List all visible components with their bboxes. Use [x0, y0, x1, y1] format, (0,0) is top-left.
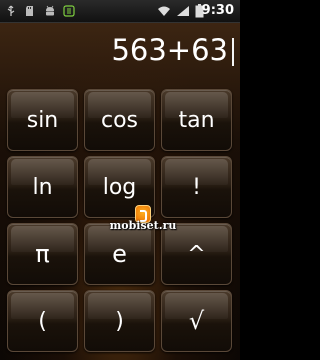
key-label: √	[188, 307, 205, 335]
sd-card-icon	[26, 6, 33, 16]
calculator-screen: 563+63 sin cos tan ln log ! π e ^ ( ) √ …	[0, 23, 240, 360]
key-label: (	[38, 308, 47, 334]
key-label: !	[192, 174, 201, 200]
android-debug-icon	[46, 5, 54, 16]
key-label: cos	[100, 107, 139, 133]
clock-time: 9:30	[201, 3, 234, 18]
key-sqrt[interactable]: √	[161, 290, 232, 352]
expression-display: 563+63	[111, 33, 228, 67]
key-sin[interactable]: sin	[7, 89, 78, 151]
key-label: e	[112, 240, 127, 268]
key-label: ln	[32, 174, 53, 200]
text-cursor	[232, 38, 234, 66]
status-bar: 9:30	[0, 0, 240, 23]
key-ln[interactable]: ln	[7, 156, 78, 218]
signal-icon	[177, 6, 189, 16]
sync-icon	[63, 5, 75, 17]
wifi-icon	[158, 6, 170, 16]
display[interactable]: 563+63	[0, 31, 240, 75]
key-label: log	[102, 174, 137, 200]
key-label: π	[35, 240, 50, 268]
key-open-paren[interactable]: (	[7, 290, 78, 352]
watermark: mobiset.ru	[97, 205, 189, 235]
key-label: tan	[178, 107, 215, 133]
key-close-paren[interactable]: )	[84, 290, 155, 352]
key-tan[interactable]: tan	[161, 89, 232, 151]
watermark-text: mobiset.ru	[109, 219, 177, 232]
key-cos[interactable]: cos	[84, 89, 155, 151]
usb-icon	[7, 5, 15, 16]
key-pi[interactable]: π	[7, 223, 78, 285]
key-label: sin	[26, 107, 59, 133]
key-label: ^	[187, 241, 206, 267]
key-label: )	[115, 308, 124, 334]
